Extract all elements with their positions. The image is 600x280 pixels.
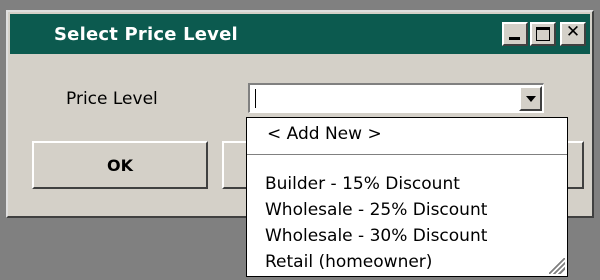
title-bar[interactable]: Select Price Level ✕	[10, 14, 590, 54]
minimize-icon	[509, 37, 520, 40]
maximize-button[interactable]	[530, 22, 556, 46]
ok-button-label: OK	[107, 155, 133, 175]
dropdown-button[interactable]	[519, 86, 542, 111]
close-icon: ✕	[565, 22, 581, 42]
maximize-icon	[536, 27, 550, 41]
resize-grip-icon[interactable]	[549, 258, 565, 274]
price-level-label: Price Level	[66, 89, 158, 109]
minimize-button[interactable]	[502, 22, 528, 46]
list-item[interactable]: Wholesale - 25% Discount	[265, 200, 487, 220]
close-button[interactable]: ✕	[560, 22, 586, 46]
window-controls: ✕	[502, 22, 586, 46]
chevron-down-icon	[526, 96, 536, 102]
ok-button[interactable]: OK	[32, 141, 208, 189]
add-new-option[interactable]: < Add New >	[247, 118, 567, 155]
price-level-dropdown-list: < Add New > Builder - 15% Discount Whole…	[246, 117, 568, 277]
price-level-combobox[interactable]	[248, 83, 544, 113]
list-item[interactable]: Builder - 15% Discount	[265, 174, 460, 194]
text-caret	[255, 89, 256, 108]
list-item[interactable]: Retail (homeowner)	[265, 252, 432, 272]
dialog-title: Select Price Level	[54, 23, 238, 45]
list-item[interactable]: Wholesale - 30% Discount	[265, 226, 487, 246]
